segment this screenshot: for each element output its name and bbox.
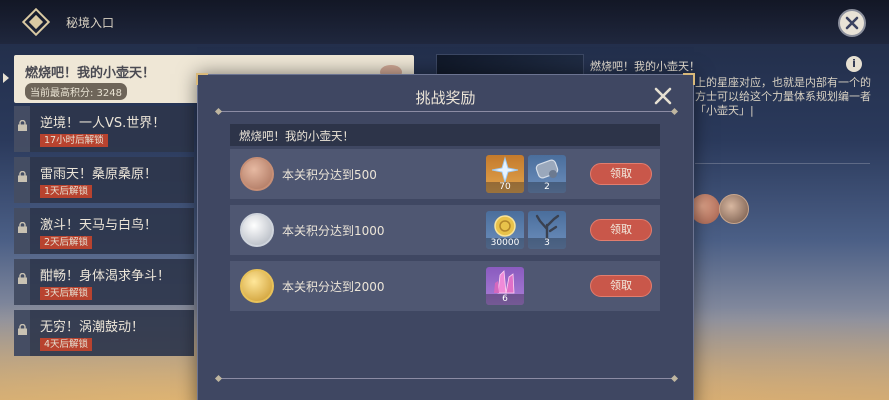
lock-icon xyxy=(18,222,27,233)
reward-count: 6 xyxy=(486,294,524,305)
lock-icon xyxy=(18,120,27,131)
info-icon[interactable]: i xyxy=(846,56,862,72)
lock-icon xyxy=(18,324,27,335)
reward-count: 3 xyxy=(528,238,566,249)
reward-item[interactable]: 3 xyxy=(528,211,566,249)
domain-item-locked[interactable]: 激斗！天马与白鸟！ 2天后解锁 xyxy=(14,208,194,254)
selection-arrow-icon xyxy=(3,73,9,83)
divider-ornament xyxy=(214,107,223,116)
reward-count: 2 xyxy=(528,182,566,193)
divider-ornament xyxy=(670,107,679,116)
domain-name: 逆境！一人VS.世界！ xyxy=(40,116,166,131)
close-icon xyxy=(845,16,859,30)
reward-item[interactable]: 2 xyxy=(528,155,566,193)
mora-icon xyxy=(494,215,516,237)
dialog-close-button[interactable] xyxy=(653,86,673,106)
reward-section-header: 燃烧吧！我的小壶天！ xyxy=(230,124,660,146)
reward-item[interactable]: 70 xyxy=(486,155,524,193)
section-title: 燃烧吧！我的小壶天！ xyxy=(239,129,354,143)
lock-icon xyxy=(18,171,27,182)
unlock-timer-badge: 4天后解锁 xyxy=(40,338,93,351)
domain-detail-text: 上的星座对应，也就是内部有一个的方士可以给这个力量体系规划编一者「小壶天」| xyxy=(695,76,871,117)
page-title: 秘境入口 xyxy=(66,16,115,30)
close-icon xyxy=(654,87,672,105)
lock-icon xyxy=(18,273,27,284)
medal-icon xyxy=(719,194,749,224)
corner-ornament xyxy=(683,73,695,85)
weapon-material-icon xyxy=(535,159,559,179)
domain-name: 燃烧吧！我的小壶天！ xyxy=(25,66,156,81)
unlock-timer-badge: 3天后解锁 xyxy=(40,287,93,300)
divider xyxy=(218,378,674,379)
silver-medal-icon xyxy=(240,213,274,247)
domain-name: 无穷！涡潮鼓动！ xyxy=(40,320,145,335)
domain-emblem-icon xyxy=(21,7,51,37)
domain-name: 酣畅！身体渴求争斗！ xyxy=(40,269,171,284)
bronze-medal-icon xyxy=(690,194,720,224)
domain-item-locked[interactable]: 酣畅！身体渴求争斗！ 3天后解锁 xyxy=(14,259,194,305)
divider xyxy=(695,163,870,164)
reward-row: 本关积分达到2000 6 领取 xyxy=(230,261,660,311)
reward-count: 30000 xyxy=(486,238,524,249)
bronze-medal-icon xyxy=(240,157,274,191)
coral-branch-icon xyxy=(535,214,560,240)
reward-condition: 本关积分达到500 xyxy=(282,168,377,182)
gold-medal-icon xyxy=(240,269,274,303)
reward-row: 本关积分达到1000 30000 3 领取 xyxy=(230,205,660,255)
divider-ornament xyxy=(214,374,223,383)
reward-condition: 本关积分达到1000 xyxy=(282,224,385,238)
top-bar: 秘境入口 xyxy=(0,0,889,44)
claim-button[interactable]: 领取 xyxy=(590,275,652,297)
reward-count: 70 xyxy=(486,182,524,193)
domain-name: 激斗！天马与白鸟！ xyxy=(40,218,158,233)
unlock-timer-badge: 1天后解锁 xyxy=(40,185,93,198)
divider-ornament xyxy=(670,374,679,383)
domain-name: 雷雨天！桑原桑原！ xyxy=(40,167,158,182)
crystal-icon xyxy=(494,270,515,294)
reward-item[interactable]: 30000 xyxy=(486,211,524,249)
domain-item-locked[interactable]: 无穷！涡潮鼓动！ 4天后解锁 xyxy=(14,310,194,356)
domain-detail-title: 燃烧吧！我的小壶天！ xyxy=(590,60,700,73)
claim-button[interactable]: 领取 xyxy=(590,163,652,185)
unlock-timer-badge: 2天后解锁 xyxy=(40,236,93,249)
reward-item[interactable]: 6 xyxy=(486,267,524,305)
starglitter-icon xyxy=(491,156,519,184)
reward-condition: 本关积分达到2000 xyxy=(282,280,385,294)
corner-ornament xyxy=(196,73,208,85)
challenge-reward-dialog: 挑战奖励 燃烧吧！我的小壶天！ 本关积分达到500 70 2 领取 本关积分达到… xyxy=(196,73,695,400)
reward-row: 本关积分达到500 70 2 领取 xyxy=(230,149,660,199)
claim-button[interactable]: 领取 xyxy=(590,219,652,241)
divider xyxy=(218,111,674,112)
close-button[interactable] xyxy=(838,9,866,37)
unlock-timer-badge: 17小时后解锁 xyxy=(40,134,108,147)
domain-item-locked[interactable]: 雷雨天！桑原桑原！ 1天后解锁 xyxy=(14,157,194,203)
highest-score-badge: 当前最高积分: 3248 xyxy=(25,83,127,100)
dialog-title: 挑战奖励 xyxy=(415,89,476,107)
domain-item-locked[interactable]: 逆境！一人VS.世界！ 17小时后解锁 xyxy=(14,106,194,152)
